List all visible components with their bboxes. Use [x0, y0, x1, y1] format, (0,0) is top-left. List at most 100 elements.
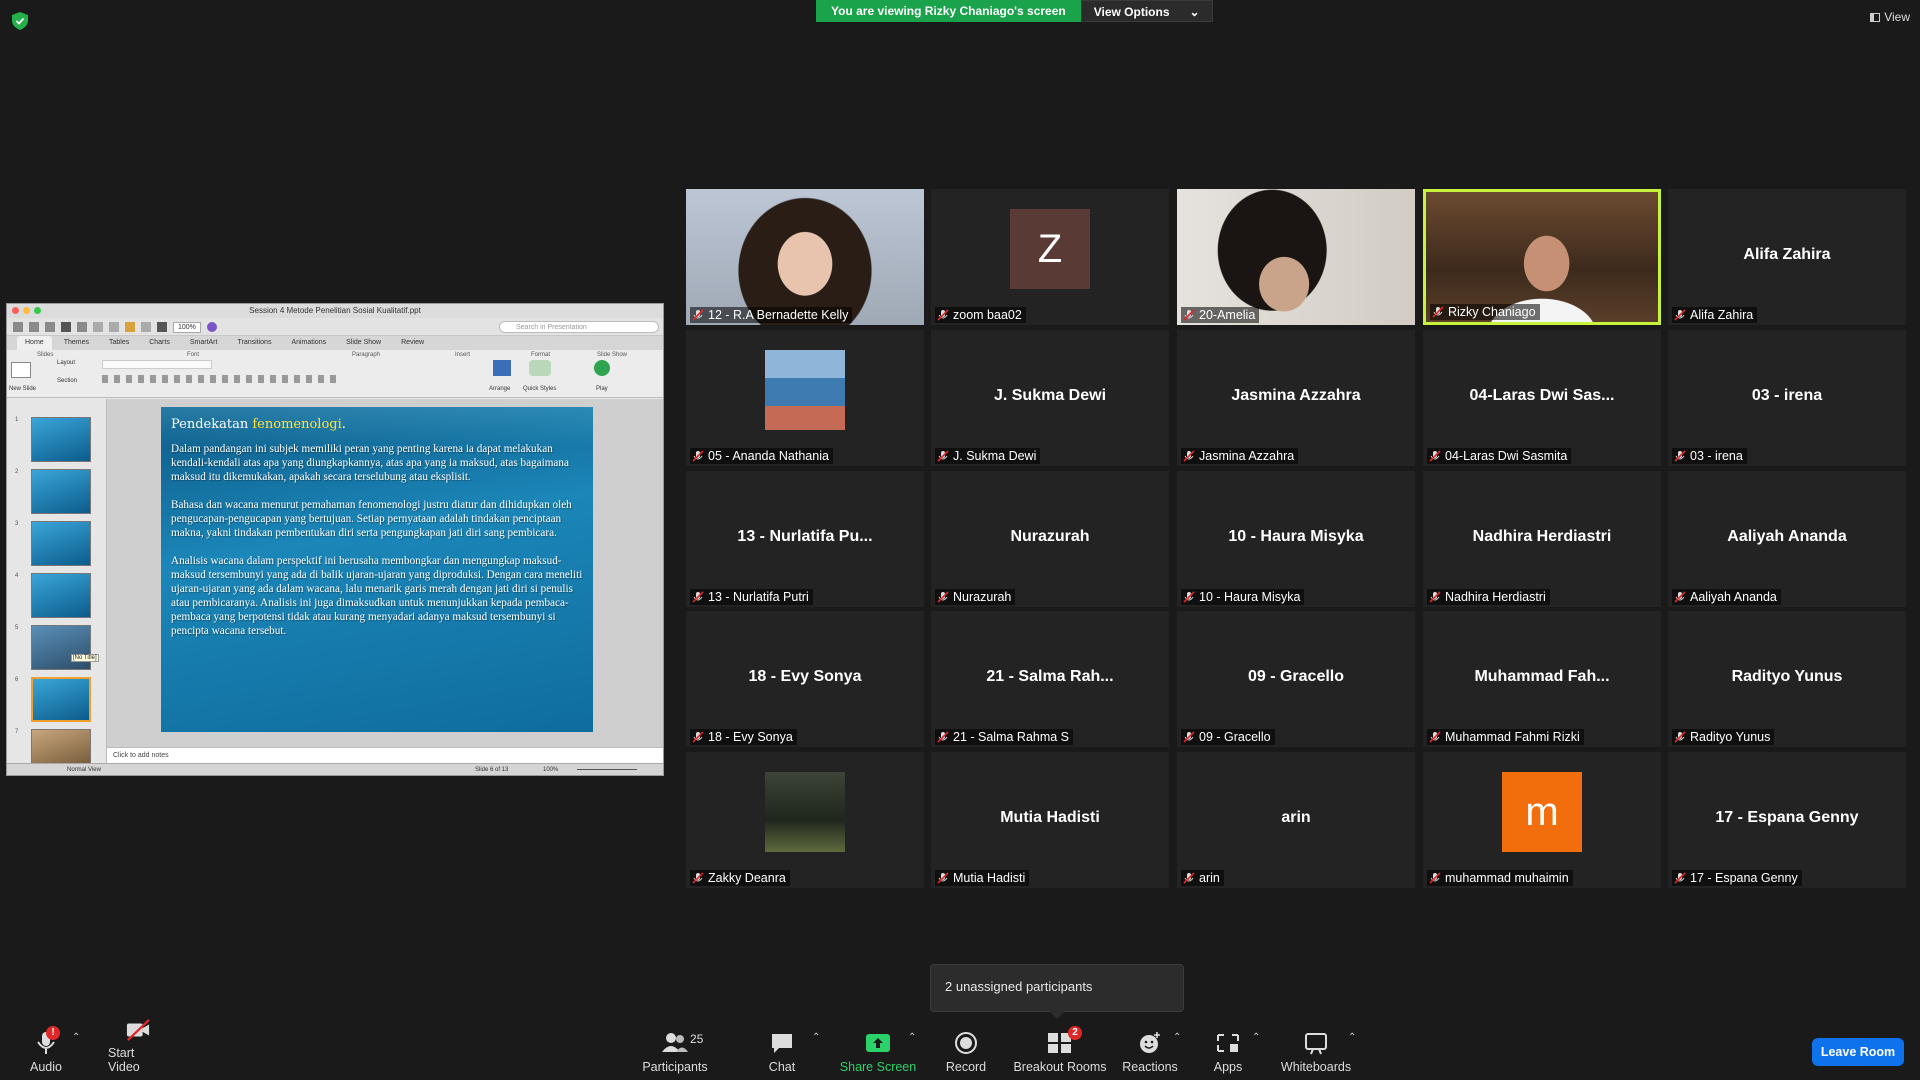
undo-icon[interactable] — [93, 322, 103, 332]
audio-options-caret[interactable]: ⌃ — [72, 1032, 80, 1043]
slide-editing-area[interactable]: Pendekatan fenomenologi. Dalam pandangan… — [107, 399, 663, 763]
slide-thumb-3[interactable] — [31, 521, 91, 566]
participant-tile-17-espana-genny[interactable]: 17 - Espana Genny 17 - Espana Genny — [1668, 752, 1906, 888]
quick-styles-icon[interactable] — [529, 360, 551, 376]
record-button[interactable]: Record — [944, 1018, 988, 1080]
participant-tile-04-laras-dwi-sasmita[interactable]: 04-Laras Dwi Sas... 04-Laras Dwi Sasmita — [1423, 330, 1661, 466]
participant-tile-12-r-a-bernadette-kelly[interactable]: 12 - R.A Bernadette Kelly — [686, 189, 924, 325]
participant-tile-21-salma-rahma-s[interactable]: 21 - Salma Rah... 21 - Salma Rahma S — [931, 611, 1169, 747]
participant-tile-mutia-hadisti[interactable]: Mutia Hadisti Mutia Hadisti — [931, 752, 1169, 888]
encryption-shield-icon[interactable] — [12, 12, 28, 30]
slide-title[interactable]: Pendekatan fenomenologi. — [171, 417, 583, 432]
participant-tile-j-sukma-dewi[interactable]: J. Sukma Dewi J. Sukma Dewi — [931, 330, 1169, 466]
reactions-button[interactable]: Reactions — [1122, 1018, 1178, 1080]
layout-button[interactable]: Layout — [57, 360, 75, 366]
participant-tile-09-gracello[interactable]: 09 - Gracello 09 - Gracello — [1177, 611, 1415, 747]
participant-tile-13-nurlatifa-putri[interactable]: 13 - Nurlatifa Pu... 13 - Nurlatifa Putri — [686, 471, 924, 607]
whiteboards-options-caret[interactable]: ⌃ — [1348, 1032, 1356, 1043]
slide-thumb-1[interactable] — [31, 417, 91, 462]
tab-charts[interactable]: Charts — [141, 336, 178, 350]
play-icon[interactable] — [594, 360, 610, 376]
audio-button[interactable]: ! Audio — [26, 1018, 66, 1080]
reactions-options-caret[interactable]: ⌃ — [1173, 1032, 1181, 1043]
slide-thumbnails-pane[interactable]: 1 2 3 4 5 [No Title] 6 7 — [7, 399, 107, 763]
zoom-slider[interactable] — [577, 769, 637, 770]
participant-tile-alifa-zahira[interactable]: Alifa Zahira Alifa Zahira — [1668, 189, 1906, 325]
apps-options-caret[interactable]: ⌃ — [1252, 1032, 1260, 1043]
thumb-number: 3 — [15, 521, 19, 527]
new-icon[interactable] — [13, 322, 23, 332]
section-button[interactable]: Section — [57, 378, 77, 384]
participant-tile-zakky-deanra[interactable]: Zakky Deanra — [686, 752, 924, 888]
slide-thumb-4[interactable] — [31, 573, 91, 618]
media-icon[interactable] — [141, 322, 151, 332]
tab-tables[interactable]: Tables — [101, 336, 137, 350]
slide-paragraph-1[interactable]: Dalam pandangan ini subjek memiliki pera… — [171, 442, 583, 484]
open-icon[interactable] — [45, 322, 55, 332]
print-icon[interactable] — [77, 322, 87, 332]
tab-animations[interactable]: Animations — [283, 336, 334, 350]
view-button[interactable]: View — [1870, 10, 1910, 24]
participant-tile-zoom-baa02[interactable]: Zzoom baa02 — [931, 189, 1169, 325]
participant-tile-nadhira-herdiastri[interactable]: Nadhira Herdiastri Nadhira Herdiastri — [1423, 471, 1661, 607]
presentation-search-input[interactable]: Search in Presentation — [499, 321, 659, 333]
participant-tile-radityo-yunus[interactable]: Radityo Yunus Radityo Yunus — [1668, 611, 1906, 747]
shared-screen[interactable]: Session 4 Metode Penelitian Sosial Kuali… — [6, 303, 664, 776]
quick-styles-button[interactable]: Quick Styles — [523, 386, 556, 392]
tab-slide-show[interactable]: Slide Show — [338, 336, 389, 350]
new-slide-button[interactable]: New Slide — [9, 386, 36, 392]
participant-tile-rizky-chaniago[interactable]: Rizky Chaniago — [1423, 189, 1661, 325]
insert-picture-icon[interactable] — [125, 322, 135, 332]
help-icon[interactable] — [206, 322, 217, 332]
share-screen-button[interactable]: Share Screen — [838, 1018, 918, 1080]
save-icon[interactable] — [61, 322, 71, 332]
notes-field[interactable]: Click to add notes — [107, 747, 663, 763]
view-icon[interactable] — [157, 322, 167, 332]
breakout-rooms-button[interactable]: 2 Breakout Rooms — [1010, 1018, 1110, 1080]
minimize-window-icon[interactable] — [23, 307, 30, 314]
chat-options-caret[interactable]: ⌃ — [812, 1032, 820, 1043]
participant-tile-nurazurah[interactable]: Nurazurah Nurazurah — [931, 471, 1169, 607]
tab-themes[interactable]: Themes — [56, 336, 97, 350]
chat-button[interactable]: Chat — [762, 1018, 802, 1080]
slide-thumb-5[interactable] — [31, 625, 91, 670]
participant-tile-10-haura-misyka[interactable]: 10 - Haura Misyka 10 - Haura Misyka — [1177, 471, 1415, 607]
close-window-icon[interactable] — [12, 307, 19, 314]
whiteboards-button[interactable]: Whiteboards — [1276, 1018, 1356, 1080]
arrange-button[interactable]: Arrange — [489, 386, 510, 392]
window-controls[interactable] — [12, 307, 41, 314]
slide-paragraph-2[interactable]: Bahasa dan wacana menurut pemahaman feno… — [171, 498, 583, 540]
start-video-button[interactable]: Start Video — [108, 1018, 168, 1080]
participant-tile-20-amelia[interactable]: 20-Amelia — [1177, 189, 1415, 325]
play-button[interactable]: Play — [596, 386, 608, 392]
redo-icon[interactable] — [109, 322, 119, 332]
zoom-select[interactable]: 100% — [173, 322, 201, 333]
templates-icon[interactable] — [29, 322, 39, 332]
slide-thumb-7[interactable] — [31, 729, 91, 763]
new-slide-icon[interactable] — [11, 362, 31, 378]
slide-thumb-6[interactable] — [31, 677, 91, 722]
tab-review[interactable]: Review — [393, 336, 432, 350]
slide-paragraph-3[interactable]: Analisis wacana dalam perspektif ini ber… — [171, 554, 583, 638]
arrange-icon[interactable] — [493, 360, 511, 376]
participant-tile-arin[interactable]: arin arin — [1177, 752, 1415, 888]
view-options-button[interactable]: View Options ⌄ — [1080, 0, 1213, 22]
tab-transitions[interactable]: Transitions — [229, 336, 279, 350]
leave-room-button[interactable]: Leave Room — [1812, 1038, 1904, 1066]
share-options-caret[interactable]: ⌃ — [908, 1032, 916, 1043]
slide-thumb-2[interactable] — [31, 469, 91, 514]
participant-tile-muhammad-muhaimin[interactable]: m muhammad muhaimin — [1423, 752, 1661, 888]
participant-tile-muhammad-fahmi-rizki[interactable]: Muhammad Fah... Muhammad Fahmi Rizki — [1423, 611, 1661, 747]
participants-button[interactable]: 25 Participants — [640, 1018, 710, 1080]
current-slide[interactable]: Pendekatan fenomenologi. Dalam pandangan… — [161, 407, 593, 732]
participant-tile-aaliyah-ananda[interactable]: Aaliyah Ananda Aaliyah Ananda — [1668, 471, 1906, 607]
participant-tile-jasmina-azzahra[interactable]: Jasmina Azzahra Jasmina Azzahra — [1177, 330, 1415, 466]
apps-button[interactable]: Apps — [1210, 1018, 1246, 1080]
participant-tile-05-ananda-nathania[interactable]: 05 - Ananda Nathania — [686, 330, 924, 466]
zoom-window-icon[interactable] — [34, 307, 41, 314]
tab-home[interactable]: Home — [17, 336, 52, 350]
participant-tile-18-evy-sonya[interactable]: 18 - Evy Sonya 18 - Evy Sonya — [686, 611, 924, 747]
font-paragraph-controls[interactable] — [102, 360, 362, 390]
tab-smartart[interactable]: SmartArt — [182, 336, 226, 350]
participant-tile-03-irena[interactable]: 03 - irena 03 - irena — [1668, 330, 1906, 466]
